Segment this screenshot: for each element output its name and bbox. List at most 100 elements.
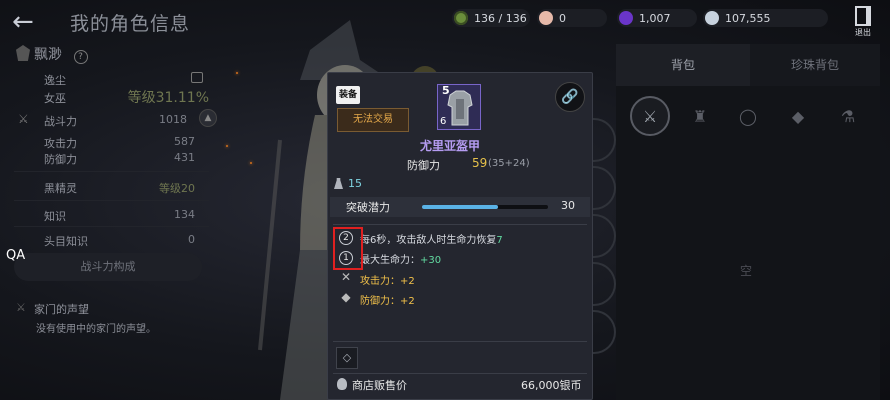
combat-power-value: 1018 (159, 113, 187, 126)
effect-desc: 每6秒，攻击敌人时生命力恢复 (360, 235, 497, 246)
fatigue-value: 136 / 136 (474, 11, 527, 25)
money-bag-icon (337, 378, 347, 390)
reputation-title-text: 家门的声望 (34, 303, 89, 316)
link-chain-icon[interactable]: 🔗 (555, 82, 585, 112)
ember-particle (226, 145, 228, 147)
black-spirit-level: 等级20 (159, 182, 195, 195)
item-name: 尤里亚盔甲 (420, 139, 481, 153)
slot-ring (590, 166, 616, 210)
divider (333, 224, 587, 225)
item-defense-breakdown: (35+24) (488, 158, 530, 169)
set-effect-text: 最大生命力：+30 (360, 251, 441, 266)
divider (14, 171, 209, 172)
combat-power-label: 战斗力 (44, 115, 77, 128)
pearl-value: 0 (559, 11, 566, 25)
potion-filter-icon[interactable]: ⚗ (828, 96, 868, 136)
exit-door-icon (855, 6, 871, 26)
defense-bonus-text: 防御力：+2 (360, 296, 415, 307)
defense-label: 防御力 (44, 153, 77, 166)
family-reputation-title: ⚔ 家门的声望 (14, 301, 209, 317)
effect-desc: 最大生命力： (360, 255, 420, 266)
family-reputation-desc: 没有使用中的家门的声望。 (36, 324, 156, 335)
shop-price-label: 商店贩售价 (352, 379, 407, 392)
family-name-row: 逸尘 (14, 72, 209, 88)
item-defense-label: 防御力 (407, 159, 440, 172)
slot-ring (590, 262, 616, 306)
family-name: 逸尘 (44, 74, 66, 87)
share-icon[interactable] (191, 72, 203, 83)
ember-particle (250, 162, 252, 164)
tab-inventory[interactable]: 背包 (616, 44, 750, 86)
back-arrow-icon[interactable]: ← (12, 8, 46, 36)
shop-price-value: 66,000银币 (521, 379, 582, 392)
level-text: 等级31.11% (127, 90, 209, 106)
divider (14, 200, 209, 201)
pearl-icon (539, 11, 553, 25)
combat-power-breakdown-button[interactable]: 战斗力构成 (14, 253, 202, 281)
boss-knowledge-label: 头目知识 (44, 235, 88, 248)
red-highlight-box (333, 227, 363, 270)
silver-coin-icon (705, 11, 719, 25)
resource-gem: 1,007 (617, 9, 697, 27)
enhance-level: 5 (442, 84, 450, 97)
knowledge-label: 知识 (44, 210, 66, 223)
slot-ring (590, 214, 616, 258)
class-level-row: 女巫 等级31.11% (14, 90, 209, 106)
divider (14, 226, 209, 227)
defense-row: 防御力 431 (14, 151, 209, 167)
class-name: 女巫 (44, 92, 66, 105)
defense-bonus-icon: ◆ (341, 290, 351, 304)
set-effect-text: 每6秒，攻击敌人时生命力恢复7 (360, 231, 503, 246)
screen: ← 我的角色信息 136 / 136 0 1,007 107,555 退出 飘渺… (0, 0, 890, 400)
silver-value: 107,555 (725, 11, 771, 25)
empty-inventory-text: 空 (740, 264, 753, 278)
breakthrough-label: 突破潜力 (346, 201, 390, 214)
page-title: 我的角色信息 (70, 13, 191, 35)
breakthrough-progress-fill (422, 205, 498, 209)
black-spirit-row: 黑精灵 等级20 (14, 180, 209, 196)
resource-fatigue: 136 / 136 (452, 9, 530, 27)
black-spirit-label: 黑精灵 (44, 182, 77, 195)
resource-silver: 107,555 (703, 9, 828, 27)
necklace-filter-icon[interactable]: ◯ (728, 96, 768, 136)
effect-value: +30 (420, 255, 442, 266)
attack-label: 攻击力 (44, 137, 77, 150)
boss-knowledge-row: 头目知识 0 (14, 233, 209, 249)
item-count: 6 (440, 116, 447, 127)
weapon-filter-icon[interactable]: ⚔ (630, 96, 670, 136)
slot-ring (590, 310, 616, 354)
tab-pearl-inventory[interactable]: 珍珠背包 (750, 44, 880, 86)
attack-bonus-text: 攻击力：+2 (360, 276, 415, 287)
boss-knowledge-value: 0 (188, 233, 195, 246)
knowledge-value: 134 (174, 208, 195, 221)
gem-value: 1,007 (639, 11, 671, 25)
gem-icon (619, 11, 633, 25)
qa-overlay-label: QA (6, 248, 26, 263)
crystal-slot-icon[interactable]: ◇ (336, 347, 358, 369)
energy-icon (454, 11, 468, 25)
attack-row: 攻击力 587 (14, 135, 209, 151)
equipment-tag: 装备 (336, 86, 360, 104)
item-defense-value: 59 (472, 156, 488, 170)
attack-bonus-icon: ✕ (340, 270, 352, 284)
help-icon[interactable]: ? (73, 50, 88, 64)
ember-particle (236, 72, 238, 74)
exit-button[interactable]: 退出 (848, 6, 878, 42)
exit-label: 退出 (855, 28, 871, 37)
gem-filter-icon[interactable]: ◆ (778, 96, 818, 136)
breakthrough-value: 30 (561, 199, 575, 212)
crossed-swords-icon: ⚔ (16, 301, 26, 314)
attack-value: 587 (174, 135, 195, 148)
armor-filter-icon[interactable]: ♜ (680, 96, 720, 136)
resource-pearl: 0 (537, 9, 607, 27)
combat-power-row: ⚔ 战斗力 1018 ▲ (14, 109, 217, 129)
sword-icon: ⚔ (18, 112, 29, 126)
breakthrough-progress-bar (422, 205, 548, 209)
knowledge-row: 知识 134 (14, 208, 209, 224)
defense-value: 431 (174, 151, 195, 164)
item-weight: 15 (348, 177, 362, 190)
slot-ring (590, 118, 616, 162)
character-name-row: 飘渺 ? (14, 44, 209, 64)
combat-power-detail-icon[interactable]: ▲ (199, 109, 217, 127)
trade-status-badge: 无法交易 (337, 108, 409, 132)
